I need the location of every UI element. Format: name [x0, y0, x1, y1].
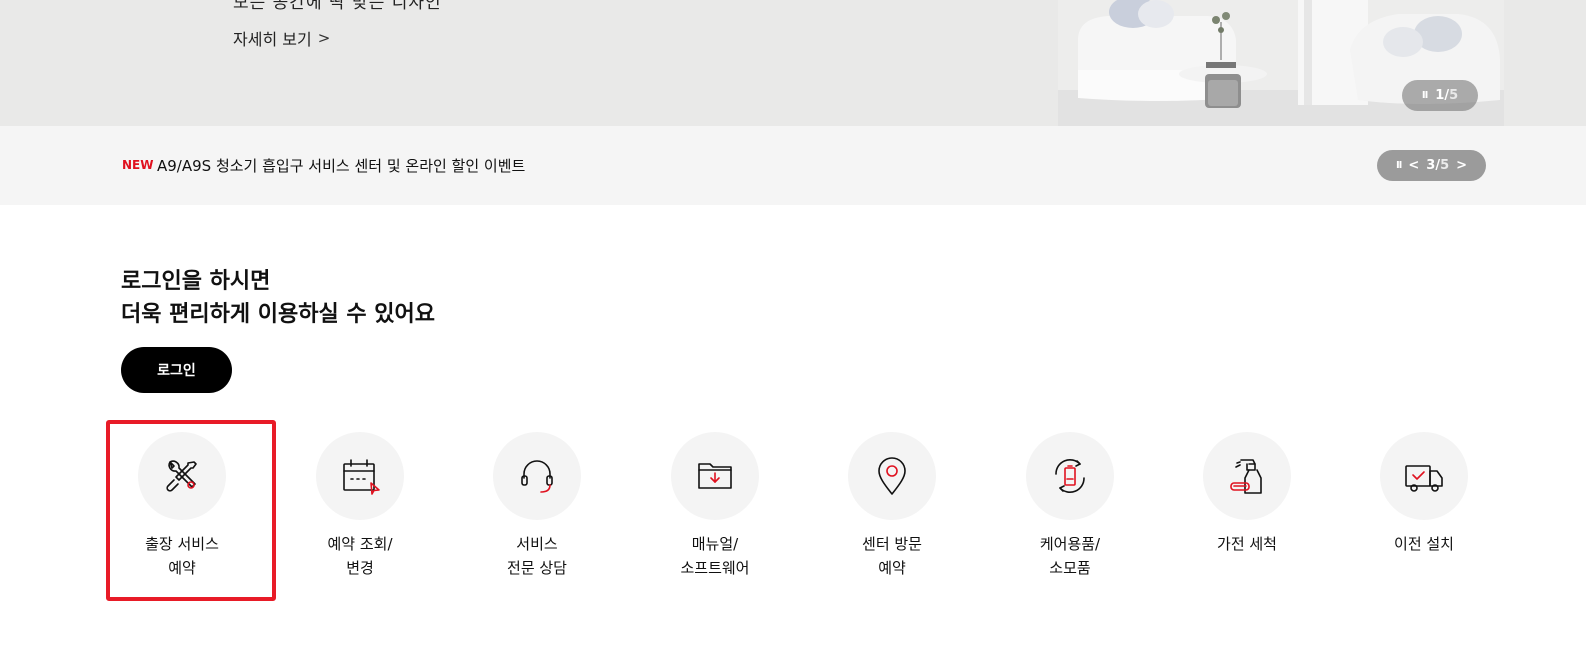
chevron-right-icon[interactable]: >	[1456, 158, 1467, 173]
hero-banner: 모든 공간에 딱 맞는 디자인 자세히 보기 > II 1/5	[0, 0, 1586, 126]
hero-detail-label: 자세히 보기	[233, 30, 312, 49]
quick-menu-label: 매뉴얼/ 소프트웨어	[680, 535, 750, 577]
notice-link[interactable]: A9/A9S 청소기 흡입구 서비스 센터 및 온라인 할인 이벤트	[157, 155, 525, 176]
quick-menu-item-center-visit[interactable]: 센터 방문 예약	[803, 432, 981, 580]
delivery-truck-icon	[1380, 432, 1468, 520]
quick-menu-label: 출장 서비스 예약	[145, 535, 219, 577]
folder-download-icon	[671, 432, 759, 520]
headset-icon	[493, 432, 581, 520]
notice-bar: NEW A9/A9S 청소기 흡입구 서비스 센터 및 온라인 할인 이벤트 I…	[0, 126, 1586, 205]
quick-menu-label: 케어용품/ 소모품	[1039, 535, 1101, 577]
chevron-left-icon[interactable]: <	[1408, 158, 1419, 173]
login-prompt-title: 로그인을 하시면 더욱 편리하게 이용하실 수 있어요	[121, 265, 435, 331]
quick-menu-item-visit-service[interactable]: 출장 서비스 예약	[93, 432, 271, 580]
quick-menu-item-care-supplies[interactable]: 케어용품/ 소모품	[981, 432, 1159, 580]
notice-carousel-controls: II < 3/5 >	[1377, 150, 1486, 181]
login-title-line2: 더욱 편리하게 이용하실 수 있어요	[121, 302, 435, 327]
hero-slide-current: 1	[1435, 88, 1445, 103]
pause-icon[interactable]: II	[1422, 90, 1429, 101]
quick-menu-label: 센터 방문 예약	[862, 535, 922, 577]
quick-menu-item-reservation-check[interactable]: 예약 조회/ 변경	[271, 432, 449, 580]
spray-bottle-icon	[1203, 432, 1291, 520]
tools-icon	[138, 432, 226, 520]
hero-subtitle: 모든 공간에 딱 맞는 디자인	[233, 0, 442, 13]
quick-menu-item-appliance-cleaning[interactable]: 가전 세척	[1158, 432, 1336, 556]
login-button[interactable]: 로그인	[121, 347, 232, 393]
quick-menu-item-relocation-install[interactable]: 이전 설치	[1335, 432, 1513, 556]
pause-icon[interactable]: II	[1396, 160, 1403, 171]
calendar-icon	[316, 432, 404, 520]
login-title-line1: 로그인을 하시면	[121, 269, 271, 294]
quick-menu-label: 가전 세척	[1217, 535, 1277, 553]
quick-menu-label: 이전 설치	[1394, 535, 1454, 553]
quick-menu-item-manual-software[interactable]: 매뉴얼/ 소프트웨어	[626, 432, 804, 580]
hero-detail-link[interactable]: 자세히 보기 >	[233, 26, 330, 50]
new-badge: NEW	[122, 158, 154, 172]
chevron-right-icon: >	[317, 29, 331, 47]
quick-menu-label: 서비스 전문 상담	[507, 535, 567, 577]
quick-menu-item-consultation[interactable]: 서비스 전문 상담	[448, 432, 626, 580]
notice-total: 5	[1440, 158, 1450, 173]
quick-menu-label: 예약 조회/ 변경	[327, 535, 393, 577]
battery-cycle-icon	[1026, 432, 1114, 520]
hero-slide-counter: II 1/5	[1402, 80, 1478, 111]
notice-current: 3	[1426, 158, 1436, 173]
hero-slide-total: 5	[1449, 88, 1459, 103]
location-pin-icon	[848, 432, 936, 520]
